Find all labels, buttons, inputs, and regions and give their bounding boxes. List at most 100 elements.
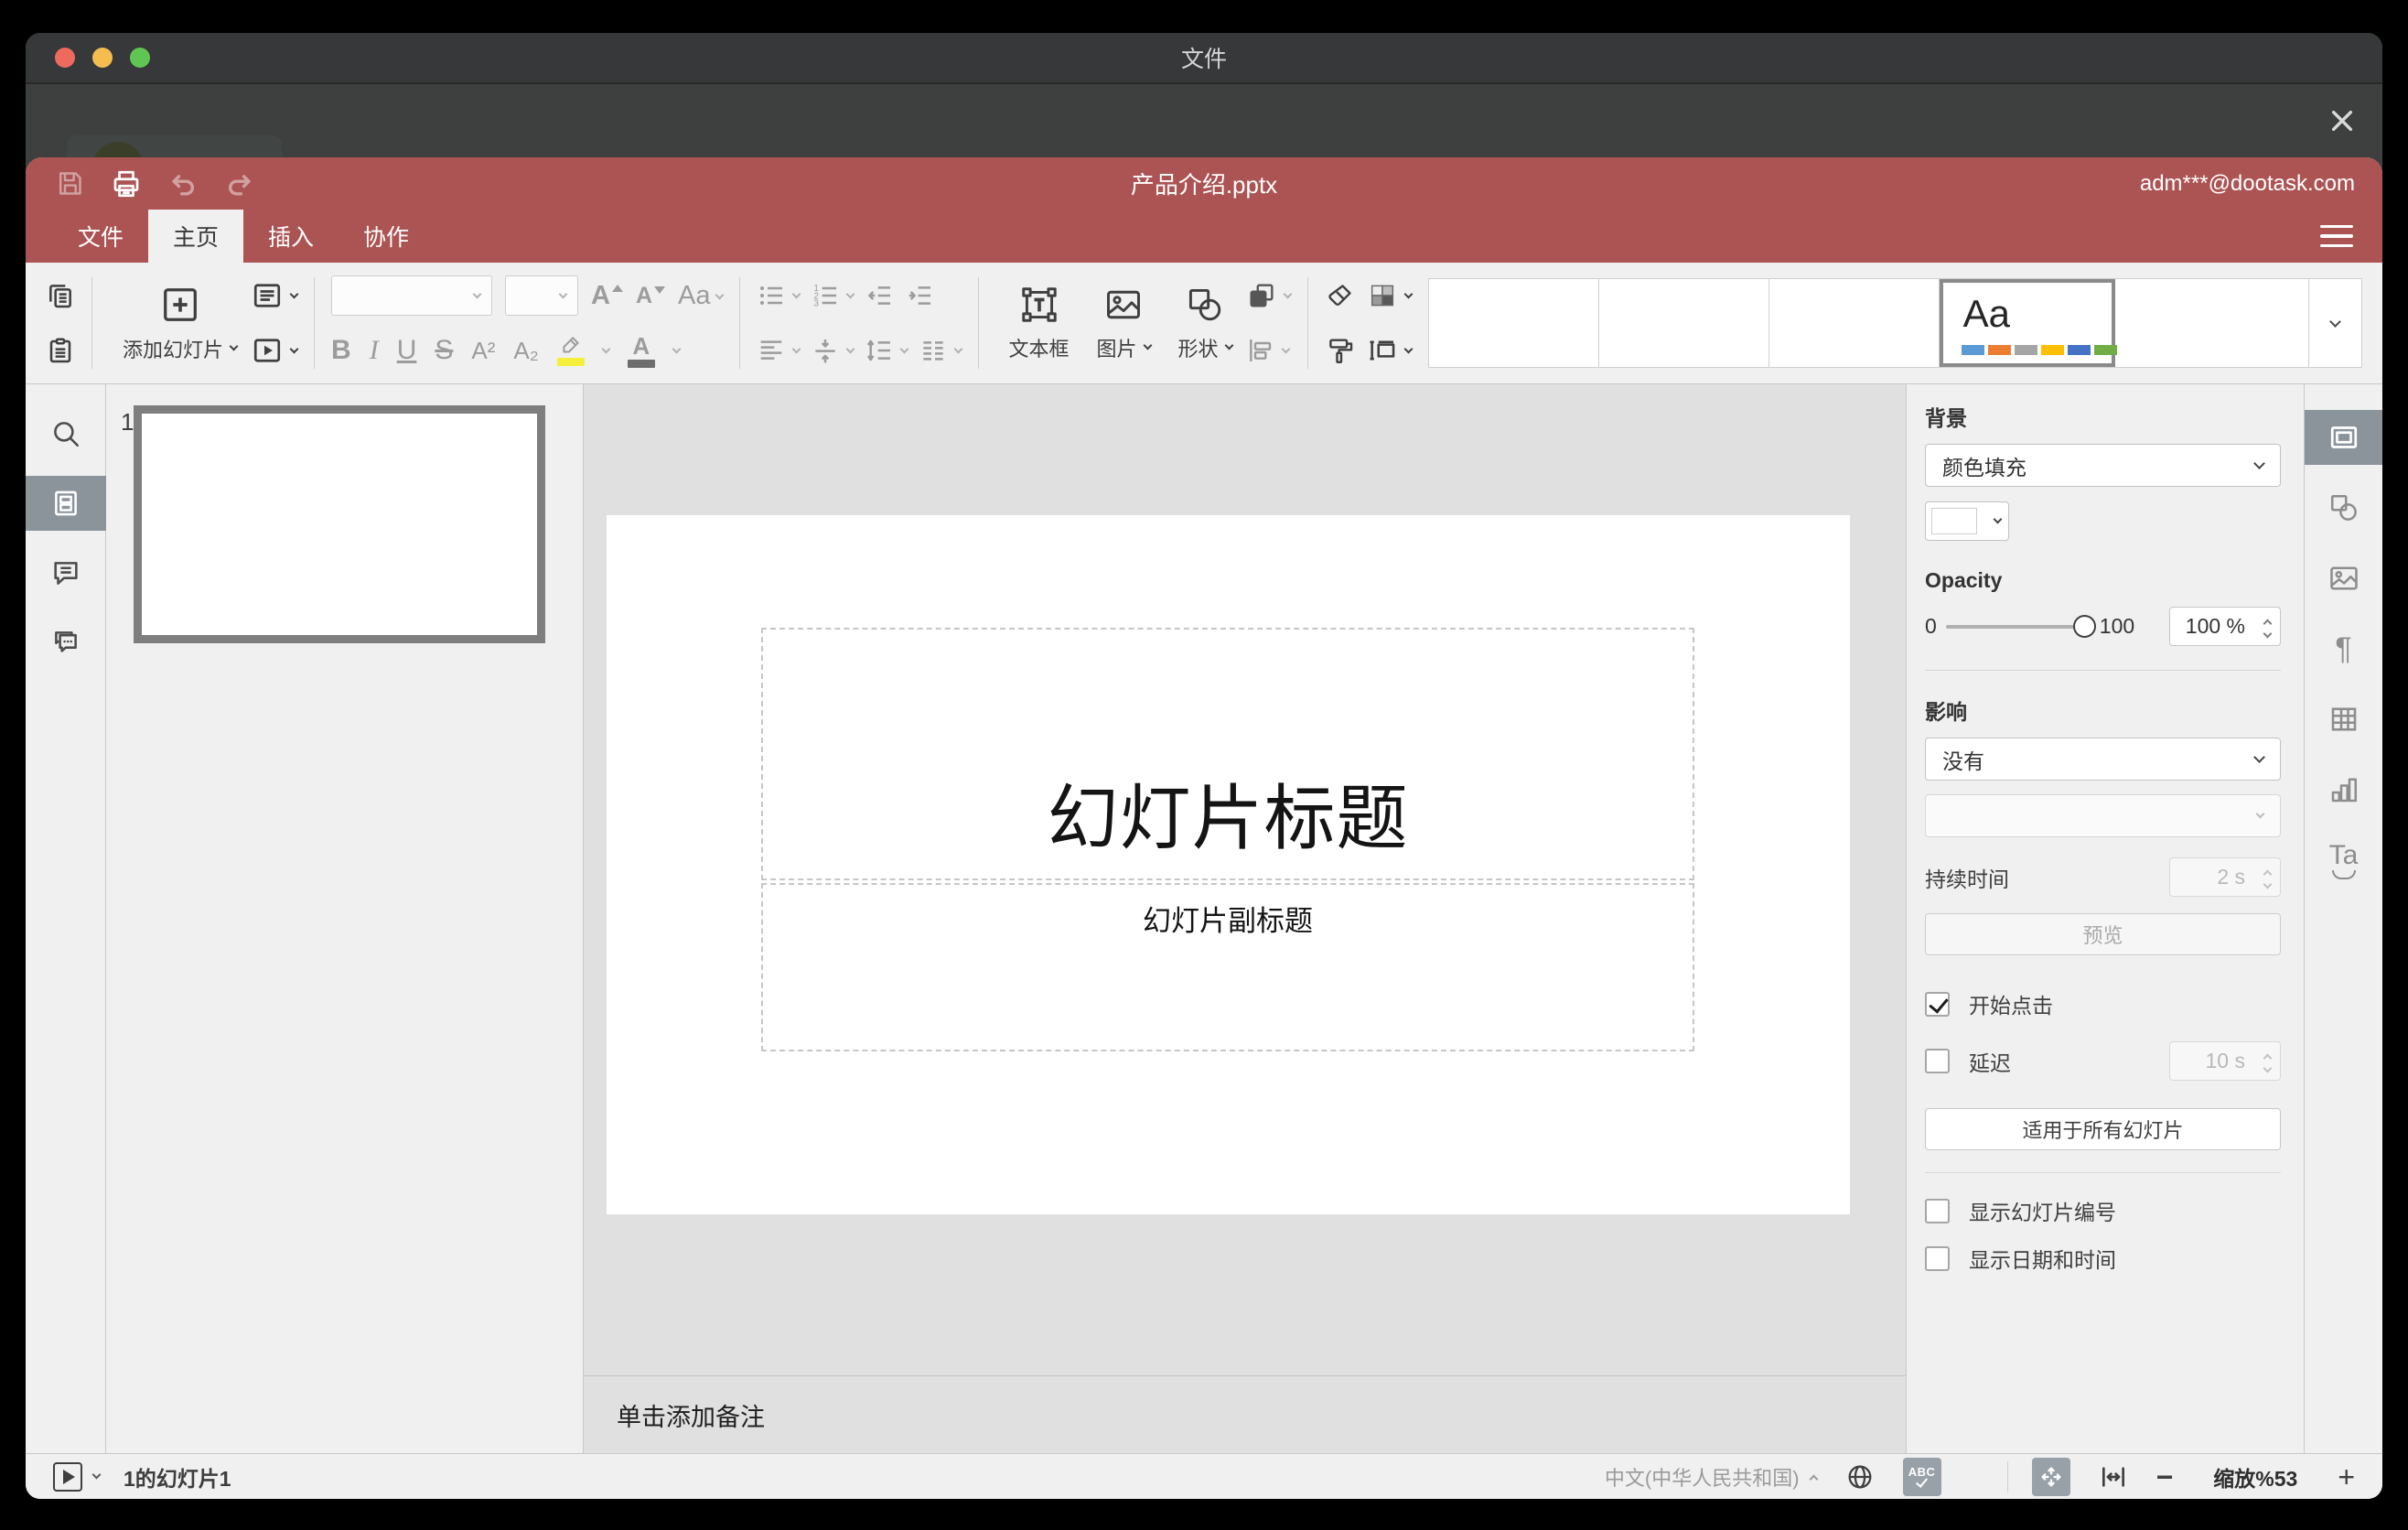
theme-thumbnail-blank-4[interactable] <box>2114 279 2308 367</box>
print-icon[interactable] <box>110 167 143 200</box>
opacity-label: Opacity <box>1925 568 2003 592</box>
zoom-out-button[interactable]: − <box>2156 1462 2174 1492</box>
change-layout-button[interactable] <box>251 279 299 312</box>
hamburger-menu-icon[interactable] <box>2318 220 2355 253</box>
show-slide-number-row[interactable]: 显示幻灯片编号 <box>1925 1195 2281 1226</box>
background-fill-select[interactable]: 颜色填充 <box>1925 444 2281 487</box>
image-settings-icon[interactable] <box>2305 551 2383 606</box>
slide[interactable]: 幻灯片标题 幻灯片副标题 <box>607 515 1850 1214</box>
theme-gallery-expand-button[interactable] <box>2309 278 2362 368</box>
color-scheme-button[interactable] <box>1367 280 1414 311</box>
opacity-slider-knob[interactable] <box>2072 614 2096 638</box>
minimize-traffic-light[interactable] <box>92 48 113 68</box>
start-on-click-row[interactable]: 开始点击 <box>1925 988 2281 1019</box>
increase-indent-button[interactable] <box>905 281 934 310</box>
align-shapes-button[interactable] <box>1246 336 1291 365</box>
tab-home[interactable]: 主页 <box>148 210 244 263</box>
tab-collaboration[interactable]: 协作 <box>339 210 434 263</box>
chat-icon[interactable] <box>26 615 106 670</box>
font-size-select[interactable] <box>505 275 579 316</box>
textbox-button[interactable]: 文本框 <box>995 263 1083 383</box>
presentation-editor: 产品介绍.pptx adm***@dootask.com 文件 主页 插入 协作 <box>26 157 2382 1499</box>
start-on-click-checkbox[interactable] <box>1925 991 1950 1017</box>
underline-button[interactable]: U <box>397 337 417 364</box>
bold-button[interactable]: B <box>331 337 351 364</box>
decrease-indent-button[interactable] <box>865 281 894 310</box>
apply-to-all-slides-button[interactable]: 适用于所有幻灯片 <box>1925 1108 2281 1150</box>
comments-icon[interactable] <box>26 545 106 600</box>
fit-to-slide-icon[interactable] <box>2031 1457 2070 1496</box>
copy-icon[interactable] <box>46 281 75 310</box>
font-name-select[interactable] <box>331 275 493 316</box>
subscript-button[interactable]: A₂ <box>513 339 538 362</box>
start-slideshow-button[interactable] <box>251 334 299 367</box>
language-selector[interactable]: 中文(中华人民共和国) <box>1605 1462 1819 1492</box>
search-icon[interactable] <box>26 406 106 461</box>
superscript-button[interactable]: A² <box>471 339 495 362</box>
strikethrough-button[interactable]: S <box>435 337 453 364</box>
chart-settings-icon[interactable] <box>2305 762 2383 817</box>
highlight-color-button[interactable] <box>556 336 585 366</box>
background-color-picker[interactable] <box>1925 501 2009 541</box>
theme-thumbnail-blank-3[interactable] <box>1768 279 1940 367</box>
decrease-font-size-button[interactable]: A <box>636 284 666 307</box>
arrange-shapes-button[interactable] <box>1246 280 1293 311</box>
maximize-traffic-light[interactable] <box>130 48 150 68</box>
show-date-time-checkbox[interactable] <box>1925 1245 1950 1271</box>
effect-select[interactable]: 没有 <box>1925 738 2281 781</box>
delay-input[interactable]: 10 s <box>2169 1041 2281 1081</box>
notes-area[interactable]: 单击添加备注 <box>584 1375 1906 1453</box>
preview-button[interactable]: 预览 <box>1925 913 2281 955</box>
shape-settings-icon[interactable] <box>2305 480 2383 535</box>
copy-style-icon[interactable] <box>1325 335 1356 366</box>
image-button[interactable]: 图片 <box>1083 263 1165 383</box>
redo-icon[interactable] <box>223 167 256 200</box>
italic-button[interactable]: I <box>370 337 379 364</box>
tab-insert[interactable]: 插入 <box>243 210 339 263</box>
show-date-time-row[interactable]: 显示日期和时间 <box>1925 1243 2281 1274</box>
title-placeholder[interactable]: 幻灯片标题 <box>761 628 1694 880</box>
font-color-button[interactable]: A <box>627 334 655 368</box>
paste-icon[interactable] <box>46 336 75 365</box>
save-icon[interactable] <box>53 167 86 200</box>
numbered-list-button[interactable]: 123 <box>811 281 855 310</box>
start-slideshow-status-icon[interactable] <box>53 1461 82 1492</box>
duration-input[interactable]: 2 s <box>2169 857 2281 897</box>
increase-font-size-button[interactable]: A <box>591 282 623 309</box>
undo-icon[interactable] <box>167 167 199 200</box>
opacity-slider[interactable] <box>1945 614 2096 638</box>
paragraph-settings-icon[interactable]: ¶ <box>2305 621 2383 676</box>
add-slide-button[interactable]: 添加幻灯片 <box>109 263 251 383</box>
vertical-align-button[interactable] <box>811 336 855 365</box>
text-art-settings-icon[interactable]: Ta <box>2305 833 2383 888</box>
columns-button[interactable] <box>919 336 962 365</box>
slide-size-button[interactable] <box>1367 335 1414 366</box>
clear-style-icon[interactable] <box>1325 280 1356 311</box>
spellcheck-icon[interactable]: ABC <box>1902 1457 1941 1496</box>
close-icon[interactable] <box>2326 104 2359 137</box>
subtitle-placeholder[interactable]: 幻灯片副标题 <box>761 883 1694 1051</box>
opacity-input[interactable]: 100 % <box>2169 607 2281 646</box>
zoom-in-button[interactable]: + <box>2338 1462 2355 1492</box>
theme-thumbnail-blank-1[interactable] <box>1428 279 1599 367</box>
delay-row[interactable]: 延迟 10 s <box>1925 1041 2281 1081</box>
tab-file[interactable]: 文件 <box>53 210 148 263</box>
line-spacing-button[interactable] <box>865 336 908 365</box>
change-case-button[interactable]: Aa <box>678 282 724 309</box>
effect-type-select[interactable] <box>1925 794 2281 837</box>
theme-thumbnail-blank-2[interactable] <box>1598 279 1769 367</box>
bullet-list-button[interactable] <box>757 281 801 310</box>
slide-thumbnail-1[interactable] <box>134 405 545 643</box>
show-slide-number-checkbox[interactable] <box>1925 1198 1950 1223</box>
slides-panel-icon[interactable] <box>26 476 106 531</box>
document-language-icon[interactable] <box>1841 1458 1879 1496</box>
horizontal-align-button[interactable] <box>757 336 801 365</box>
delay-checkbox[interactable] <box>1925 1049 1950 1073</box>
theme-thumbnail-selected[interactable]: Aa <box>1939 279 2117 367</box>
shape-button[interactable]: 形状 <box>1165 263 1246 383</box>
slide-settings-icon[interactable] <box>2304 410 2382 465</box>
table-settings-icon[interactable] <box>2305 692 2383 747</box>
fit-to-width-icon[interactable] <box>2094 1458 2133 1496</box>
close-traffic-light[interactable] <box>55 48 75 68</box>
slide-canvas[interactable]: 幻灯片标题 幻灯片副标题 <box>584 384 1906 1375</box>
